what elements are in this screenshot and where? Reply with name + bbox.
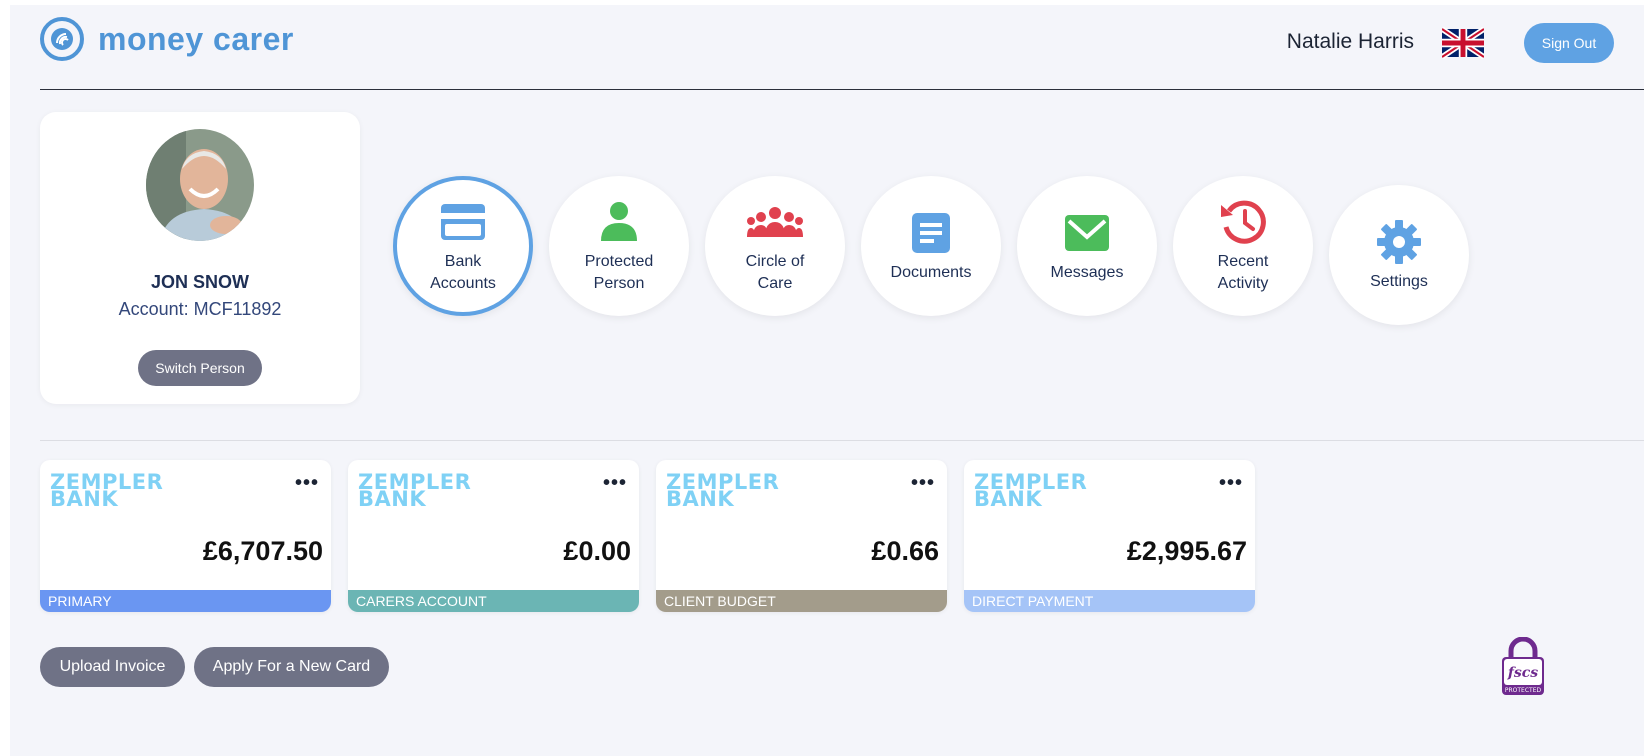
bank-logo: ZEMPLER BANK <box>666 470 780 511</box>
bank-card[interactable]: ZEMPLER BANK ••• £2,995.67 DIRECT PAYMENT <box>964 460 1255 612</box>
nav-messages[interactable]: Messages <box>1017 176 1157 316</box>
nav-bank-accounts[interactable]: Bank Accounts <box>393 176 533 316</box>
nav-protected-person[interactable]: Protected Person <box>549 176 689 316</box>
uk-flag-icon[interactable] <box>1440 26 1486 60</box>
nav-label: Recent Activity <box>1217 253 1269 292</box>
nav-label: Circle of Care <box>745 253 805 292</box>
person-icon <box>591 197 647 247</box>
nav-label: Protected Person <box>584 253 654 292</box>
card-balance: £2,995.67 <box>1126 536 1247 566</box>
nav-documents[interactable]: Documents <box>861 176 1001 316</box>
card-balance: £0.00 <box>563 536 631 566</box>
card-label: CLIENT BUDGET <box>656 590 947 612</box>
nav-circle-of-care[interactable]: Circle of Care <box>705 176 845 316</box>
group-icon <box>747 197 803 247</box>
bank-logo: ZEMPLER BANK <box>50 470 164 511</box>
bank-logo: ZEMPLER BANK <box>974 470 1088 511</box>
card-label: DIRECT PAYMENT <box>964 590 1255 612</box>
profile-card: JON SNOW Account: MCF11892 Switch Person <box>40 112 360 404</box>
svg-text:fscs: fscs <box>1507 665 1538 681</box>
bank-card[interactable]: ZEMPLER BANK ••• £0.66 CLIENT BUDGET <box>656 460 947 612</box>
logo-icon <box>40 17 84 61</box>
nav-settings[interactable]: Settings <box>1329 185 1469 325</box>
logo-text: money carer <box>98 20 294 57</box>
nav-label: Settings <box>1370 273 1428 290</box>
more-options-icon[interactable]: ••• <box>1219 473 1243 493</box>
sign-out-button[interactable]: Sign Out <box>1524 23 1614 63</box>
more-options-icon[interactable]: ••• <box>295 473 319 493</box>
card-label: PRIMARY <box>40 590 331 612</box>
divider <box>40 440 1644 441</box>
upload-invoice-button[interactable]: Upload Invoice <box>40 647 185 687</box>
logo[interactable]: money carer <box>40 17 294 61</box>
card-label: CARERS ACCOUNT <box>348 590 639 612</box>
bank-card[interactable]: ZEMPLER BANK ••• £6,707.50 PRIMARY <box>40 460 331 612</box>
svg-text:PROTECTED: PROTECTED <box>1505 687 1542 694</box>
gear-icon <box>1371 217 1427 267</box>
nav-recent-activity[interactable]: Recent Activity <box>1173 176 1313 316</box>
bank-card[interactable]: ZEMPLER BANK ••• £0.00 CARERS ACCOUNT <box>348 460 639 612</box>
switch-person-button[interactable]: Switch Person <box>138 350 262 386</box>
user-name: Natalie Harris <box>1286 30 1414 53</box>
envelope-icon <box>1059 208 1115 258</box>
person-name: JON SNOW <box>150 272 249 292</box>
credit-card-icon <box>435 197 491 247</box>
avatar <box>146 129 254 241</box>
nav-label: Bank Accounts <box>430 253 496 292</box>
more-options-icon[interactable]: ••• <box>603 473 627 493</box>
fscs-protected-badge: fscs PROTECTED <box>1500 636 1546 697</box>
history-icon <box>1215 197 1271 247</box>
nav-label: Documents <box>890 264 972 281</box>
document-icon <box>903 208 959 258</box>
bank-logo: ZEMPLER BANK <box>358 470 472 511</box>
card-balance: £0.66 <box>871 536 939 566</box>
account-number: Account: MCF11892 <box>118 299 282 319</box>
apply-new-card-button[interactable]: Apply For a New Card <box>194 647 389 687</box>
card-balance: £6,707.50 <box>202 536 323 566</box>
nav-label: Messages <box>1050 264 1124 281</box>
page-background: money carer Natalie Harris Sign Out JON … <box>10 5 1644 756</box>
more-options-icon[interactable]: ••• <box>911 473 935 493</box>
header: money carer Natalie Harris Sign Out <box>40 5 1644 90</box>
